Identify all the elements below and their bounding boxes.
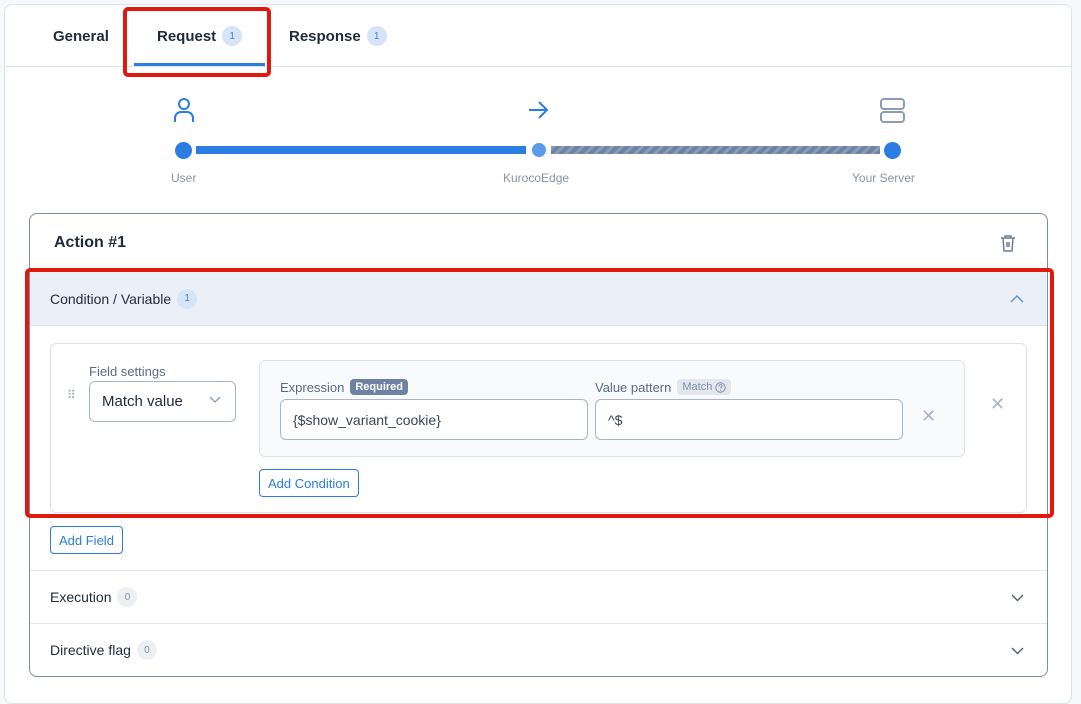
server-node — [884, 142, 901, 159]
add-field-button[interactable]: Add Field — [50, 526, 123, 554]
chevron-down-icon[interactable] — [1011, 594, 1024, 602]
condition-box: Expression Required {$show_variant_cooki… — [259, 360, 965, 457]
tab-general[interactable]: General — [53, 5, 109, 67]
action-card: Action #1 Condition / Variable 1 ⠿ Field… — [29, 213, 1048, 677]
flow-label-user: User — [171, 171, 197, 185]
tab-label: Request — [157, 27, 217, 45]
active-tab-indicator — [134, 63, 265, 66]
chevron-down-icon[interactable] — [1011, 647, 1024, 655]
field-type-select[interactable]: Match value — [89, 381, 236, 422]
action-title: Action #1 — [54, 234, 127, 251]
execution-section-header[interactable]: Execution 0 — [30, 570, 1047, 623]
expression-value: {$show_variant_cookie} — [293, 411, 441, 428]
condition-section-label: Condition / Variable — [50, 290, 172, 307]
condition-count-badge: 1 — [177, 288, 198, 309]
directive-label: Directive flag — [50, 642, 131, 658]
required-badge: Required — [350, 379, 408, 395]
match-label: Match — [682, 381, 713, 393]
pattern-label-row: Value pattern Match — [595, 379, 732, 395]
tab-response[interactable]: Response 1 — [289, 5, 387, 67]
condition-section-header[interactable]: Condition / Variable 1 — [30, 271, 1047, 326]
user-icon — [174, 98, 194, 122]
tab-label: Response — [289, 27, 361, 45]
drag-handle-icon[interactable]: ⠿ — [67, 389, 76, 401]
arrow-right-icon — [529, 101, 549, 119]
add-condition-button[interactable]: Add Condition — [259, 469, 359, 497]
edge-node — [532, 143, 546, 157]
execution-label: Execution — [50, 589, 112, 605]
field-settings-label: Field settings — [89, 364, 166, 379]
expression-label: Expression — [280, 379, 345, 395]
execution-count-badge: 0 — [117, 587, 138, 607]
match-badge[interactable]: Match — [677, 379, 732, 395]
remove-condition-icon[interactable]: ✕ — [921, 406, 936, 427]
value-pattern-label: Value pattern — [595, 379, 672, 395]
server-icon — [880, 98, 905, 123]
flow-bar-user-edge — [196, 146, 526, 154]
tab-request[interactable]: Request 1 — [157, 5, 243, 67]
trash-icon[interactable] — [1000, 234, 1016, 252]
flow-label-edge: KurocoEdge — [503, 171, 570, 185]
directive-section-header[interactable]: Directive flag 0 — [30, 623, 1047, 676]
chevron-up-icon[interactable] — [1010, 294, 1024, 303]
directive-count-badge: 0 — [136, 640, 157, 660]
expression-input[interactable]: {$show_variant_cookie} — [280, 399, 588, 440]
user-node — [175, 142, 192, 159]
tab-label: General — [53, 27, 109, 45]
field-type-value: Match value — [102, 393, 183, 410]
tab-badge: 1 — [366, 26, 387, 46]
tab-bar: General Request 1 Response 1 — [5, 5, 1071, 67]
help-icon — [715, 381, 727, 393]
expression-label-row: Expression Required — [280, 379, 408, 395]
tab-badge: 1 — [222, 26, 243, 46]
value-pattern-input[interactable]: ^$ — [595, 399, 903, 440]
field-row: ⠿ Field settings Match value Expression … — [50, 343, 1027, 513]
flow-label-server: Your Server — [852, 171, 915, 185]
chevron-down-icon — [209, 396, 221, 403]
value-pattern-value: ^$ — [608, 411, 623, 428]
remove-field-icon[interactable]: ✕ — [990, 394, 1005, 415]
flow-bar-edge-server — [551, 146, 880, 154]
